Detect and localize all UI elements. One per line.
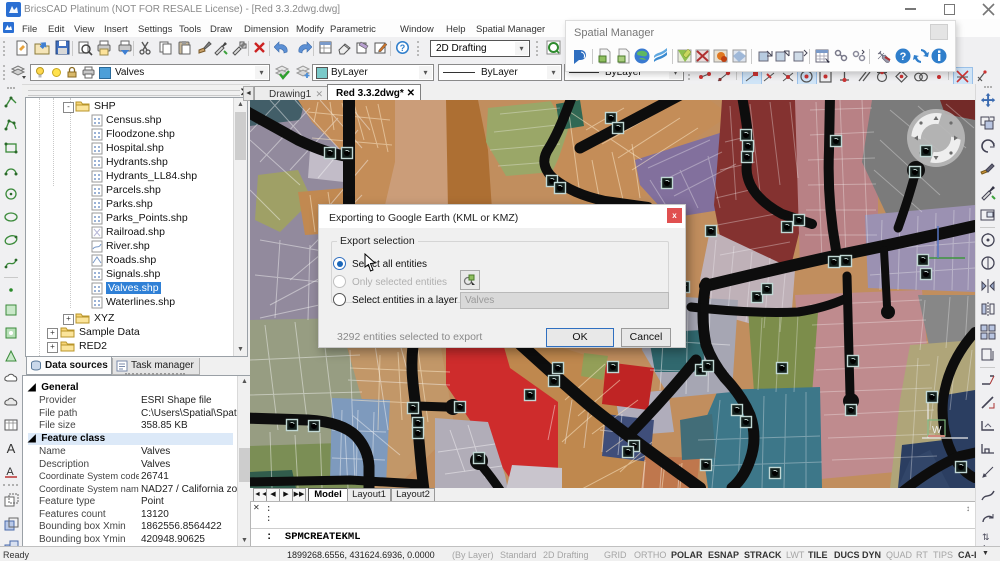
svg-text:A: A xyxy=(7,441,16,456)
svg-text:A: A xyxy=(6,466,14,478)
svg-text:?: ? xyxy=(900,51,907,63)
svg-text:?: ? xyxy=(400,43,406,53)
svg-text:W: W xyxy=(932,425,942,436)
